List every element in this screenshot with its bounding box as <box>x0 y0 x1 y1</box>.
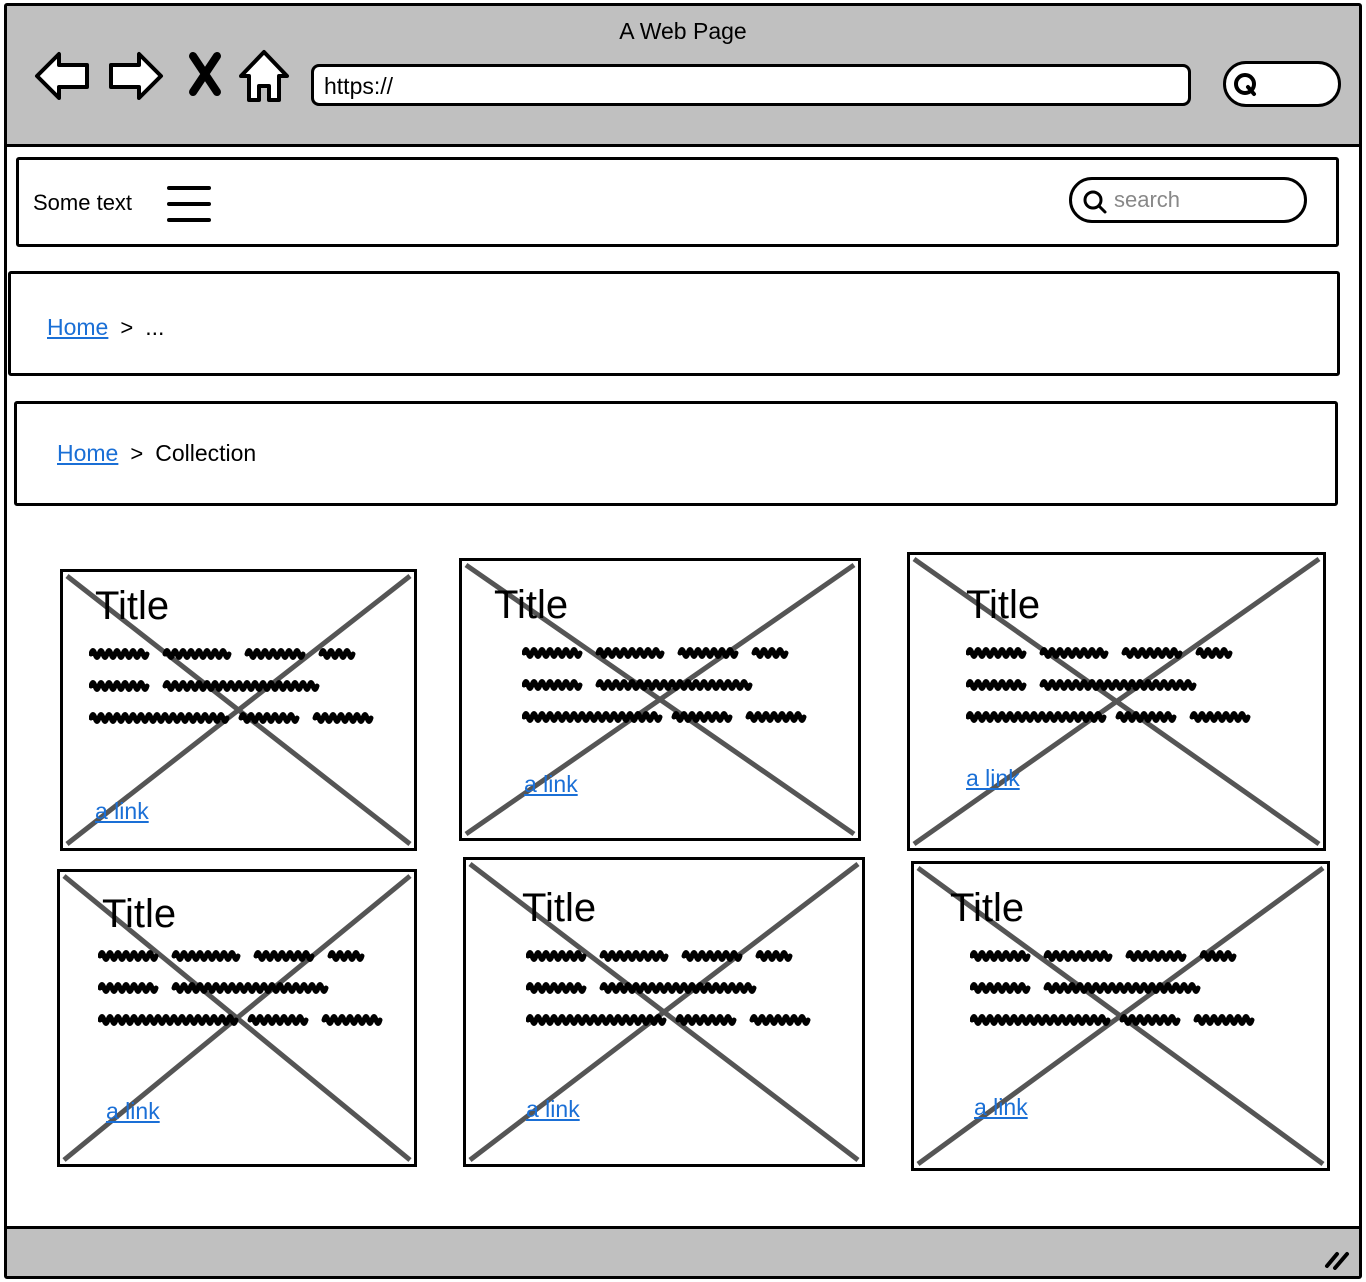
card: Title a link <box>907 552 1326 851</box>
url-bar[interactable]: https:// <box>311 64 1191 106</box>
forward-arrow-icon[interactable] <box>105 46 165 106</box>
breadcrumb: Home > ... <box>8 271 1340 376</box>
close-icon[interactable] <box>185 50 225 98</box>
card: Title a link <box>911 861 1330 1171</box>
back-arrow-icon[interactable] <box>33 46 93 106</box>
card-body-text <box>969 946 1260 1030</box>
search-icon <box>1234 73 1256 96</box>
card-title: Title <box>95 584 170 628</box>
card-link[interactable]: a link <box>974 1094 1028 1121</box>
card-body-text <box>97 946 388 1030</box>
card-body-text <box>88 644 379 728</box>
card-title: Title <box>966 583 1041 627</box>
header-text: Some text <box>33 190 133 215</box>
card-link[interactable]: a link <box>106 1098 160 1125</box>
status-bar <box>7 1226 1359 1276</box>
card-link[interactable]: a link <box>95 798 149 825</box>
card-title: Title <box>522 886 597 930</box>
card: Title a link <box>57 869 417 1167</box>
browser-search-button[interactable] <box>1223 61 1341 107</box>
search-input[interactable]: search <box>1069 177 1307 223</box>
breadcrumb-separator: > <box>120 314 134 340</box>
card-link[interactable]: a link <box>526 1096 580 1123</box>
card-body-text <box>965 643 1256 727</box>
card-body-text <box>525 946 816 1030</box>
window-title: A Web Page <box>619 18 747 44</box>
breadcrumb-current: Collection <box>155 440 257 466</box>
breadcrumb-home-link[interactable]: Home <box>57 440 118 467</box>
search-icon <box>1083 190 1107 214</box>
site-header: Some text search <box>16 157 1339 247</box>
card: Title a link <box>463 857 865 1167</box>
breadcrumb-rest: ... <box>145 314 165 340</box>
breadcrumb-separator: > <box>130 440 144 466</box>
breadcrumb-collection: Home > Collection <box>14 401 1338 506</box>
card-title: Title <box>950 886 1025 930</box>
browser-chrome: A Web Page https:// <box>7 6 1359 147</box>
card-link[interactable]: a link <box>966 765 1020 792</box>
hamburger-menu-icon[interactable] <box>167 184 213 224</box>
card: Title a link <box>459 558 861 841</box>
home-icon[interactable] <box>237 46 291 106</box>
card-body-text <box>521 643 812 727</box>
search-placeholder: search <box>1114 187 1181 212</box>
card-title: Title <box>102 892 177 936</box>
card-link[interactable]: a link <box>524 771 578 798</box>
card: Title a link <box>60 569 417 851</box>
url-text: https:// <box>324 73 394 99</box>
card-title: Title <box>494 583 569 627</box>
breadcrumb-home-link[interactable]: Home <box>47 314 108 341</box>
resize-handle-icon[interactable] <box>1323 1246 1351 1270</box>
